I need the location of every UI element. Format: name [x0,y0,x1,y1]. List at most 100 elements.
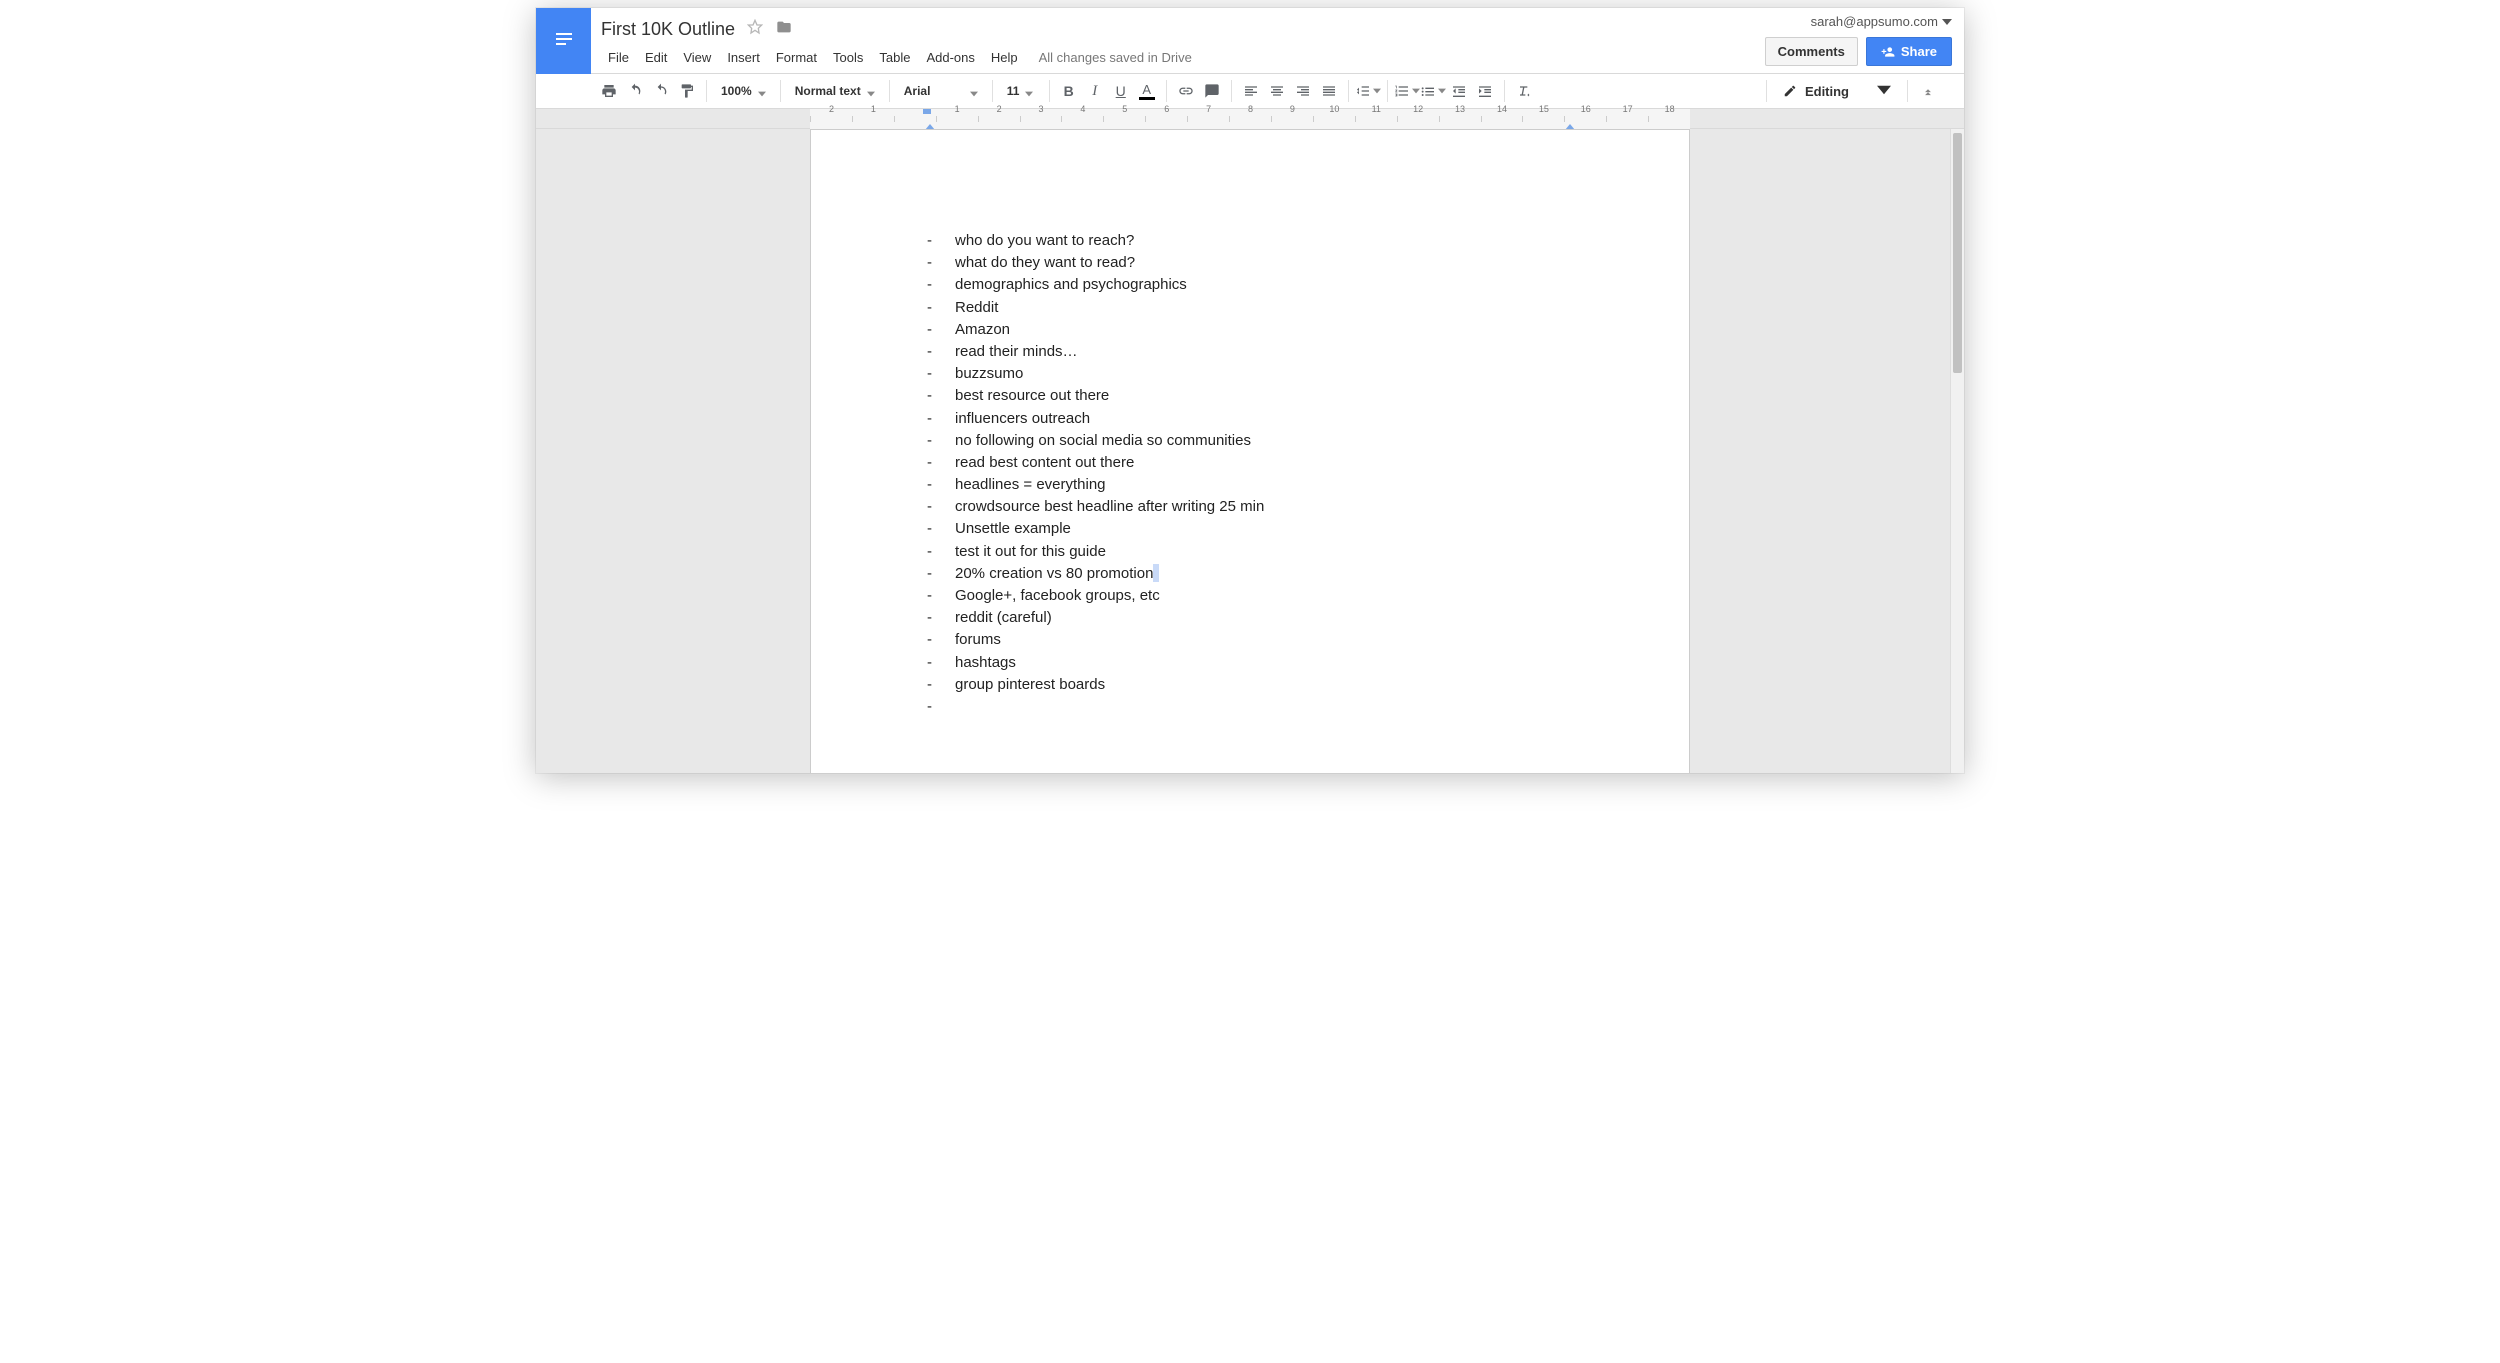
doc-line[interactable]: -reddit (careful) [927,607,1573,629]
comments-button[interactable]: Comments [1765,37,1858,66]
account-menu[interactable]: sarah@appsumo.com [1811,14,1952,29]
link-icon [1178,83,1194,99]
bullet-dash: - [927,652,955,674]
indent-increase-icon [1477,83,1493,99]
menu-table[interactable]: Table [872,46,917,69]
doc-line-text: read their minds… [955,341,1573,363]
menu-tools[interactable]: Tools [826,46,870,69]
bullet-dash: - [927,629,955,651]
doc-line-text: headlines = everything [955,474,1573,496]
doc-line[interactable]: -read their minds… [927,341,1573,363]
bullet-dash: - [927,274,955,296]
align-center-button[interactable] [1264,78,1290,104]
numbered-list-icon [1394,83,1410,99]
align-right-button[interactable] [1290,78,1316,104]
docs-app-icon[interactable] [536,8,591,74]
menu-edit[interactable]: Edit [638,46,674,69]
doc-line[interactable]: -Google+, facebook groups, etc [927,585,1573,607]
editor-canvas: -who do you want to reach?-what do they … [536,129,1964,773]
doc-line-text: Unsettle example [955,518,1573,540]
font-selector[interactable]: Arial [896,78,986,104]
bullet-dash: - [927,563,955,585]
ruler[interactable]: 21123456789101112131415161718 [810,109,1690,129]
align-left-button[interactable] [1238,78,1264,104]
document-page[interactable]: -who do you want to reach?-what do they … [810,129,1690,773]
scrollbar-thumb[interactable] [1953,133,1962,373]
align-justify-button[interactable] [1316,78,1342,104]
doc-line[interactable]: -Unsettle example [927,518,1573,540]
font-size-value: 11 [1007,84,1020,98]
mode-selector[interactable]: Editing [1773,83,1901,100]
doc-line[interactable]: -best resource out there [927,385,1573,407]
decrease-indent-button[interactable] [1446,78,1472,104]
doc-line[interactable]: -hashtags [927,652,1573,674]
bullet-dash: - [927,363,955,385]
numbered-list-button[interactable] [1394,78,1420,104]
vertical-scrollbar[interactable] [1950,129,1964,773]
comment-icon [1204,83,1220,99]
bold-button[interactable]: B [1056,78,1082,104]
doc-line[interactable]: -read best content out there [927,452,1573,474]
doc-line[interactable]: -demographics and psychographics [927,274,1573,296]
doc-title[interactable]: First 10K Outline [601,19,735,40]
doc-line-text: crowdsource best headline after writing … [955,496,1573,518]
account-email: sarah@appsumo.com [1811,14,1938,29]
paint-format-button[interactable] [674,78,700,104]
doc-line-text: demographics and psychographics [955,274,1573,296]
menu-view[interactable]: View [676,46,718,69]
line-spacing-button[interactable] [1355,78,1381,104]
menu-file[interactable]: File [601,46,636,69]
doc-line[interactable]: -test it out for this guide [927,541,1573,563]
share-button[interactable]: Share [1866,37,1952,66]
text-color-button[interactable]: A [1134,78,1160,104]
underline-button[interactable]: U [1108,78,1134,104]
doc-line[interactable]: -Reddit [927,297,1573,319]
bullet-dash: - [927,430,955,452]
clear-formatting-button[interactable] [1511,78,1537,104]
doc-line-text: best resource out there [955,385,1573,407]
print-button[interactable] [596,78,622,104]
align-justify-icon [1321,83,1337,99]
doc-line[interactable]: -headlines = everything [927,474,1573,496]
zoom-selector[interactable]: 100% [713,78,774,104]
menu-addons[interactable]: Add-ons [919,46,981,69]
doc-line-text [955,696,1573,718]
doc-line[interactable]: -20% creation vs 80 promotion [927,563,1573,585]
doc-line[interactable]: -who do you want to reach? [927,230,1573,252]
redo-button[interactable] [648,78,674,104]
doc-line[interactable]: -buzzsumo [927,363,1573,385]
italic-button[interactable]: I [1082,78,1108,104]
menu-help[interactable]: Help [984,46,1025,69]
star-icon[interactable] [747,19,763,40]
doc-line[interactable]: -forums [927,629,1573,651]
bullet-dash: - [927,319,955,341]
doc-line[interactable]: -Amazon [927,319,1573,341]
insert-comment-button[interactable] [1199,78,1225,104]
undo-button[interactable] [622,78,648,104]
doc-line[interactable]: -group pinterest boards [927,674,1573,696]
doc-line[interactable]: -what do they want to read? [927,252,1573,274]
bullet-dash: - [927,541,955,563]
increase-indent-button[interactable] [1472,78,1498,104]
insert-link-button[interactable] [1173,78,1199,104]
style-selector[interactable]: Normal text [787,78,883,104]
doc-line-text: Google+, facebook groups, etc [955,585,1573,607]
caret-down-icon [1942,17,1952,27]
doc-line-text: test it out for this guide [955,541,1573,563]
font-size-selector[interactable]: 11 [999,78,1043,104]
menu-insert[interactable]: Insert [720,46,767,69]
menu-format[interactable]: Format [769,46,824,69]
style-value: Normal text [795,84,861,98]
folder-icon[interactable] [775,19,793,40]
bulleted-list-button[interactable] [1420,78,1446,104]
bold-icon: B [1064,83,1074,99]
doc-line[interactable]: - [927,696,1573,718]
collapse-toolbar-button[interactable] [1914,78,1942,104]
doc-line[interactable]: -crowdsource best headline after writing… [927,496,1573,518]
align-right-icon [1295,83,1311,99]
chevron-up-icon [1921,84,1935,98]
doc-line-text: hashtags [955,652,1573,674]
doc-line[interactable]: -no following on social media so communi… [927,430,1573,452]
doc-line[interactable]: -influencers outreach [927,408,1573,430]
menubar: File Edit View Insert Format Tools Table… [601,46,1954,69]
